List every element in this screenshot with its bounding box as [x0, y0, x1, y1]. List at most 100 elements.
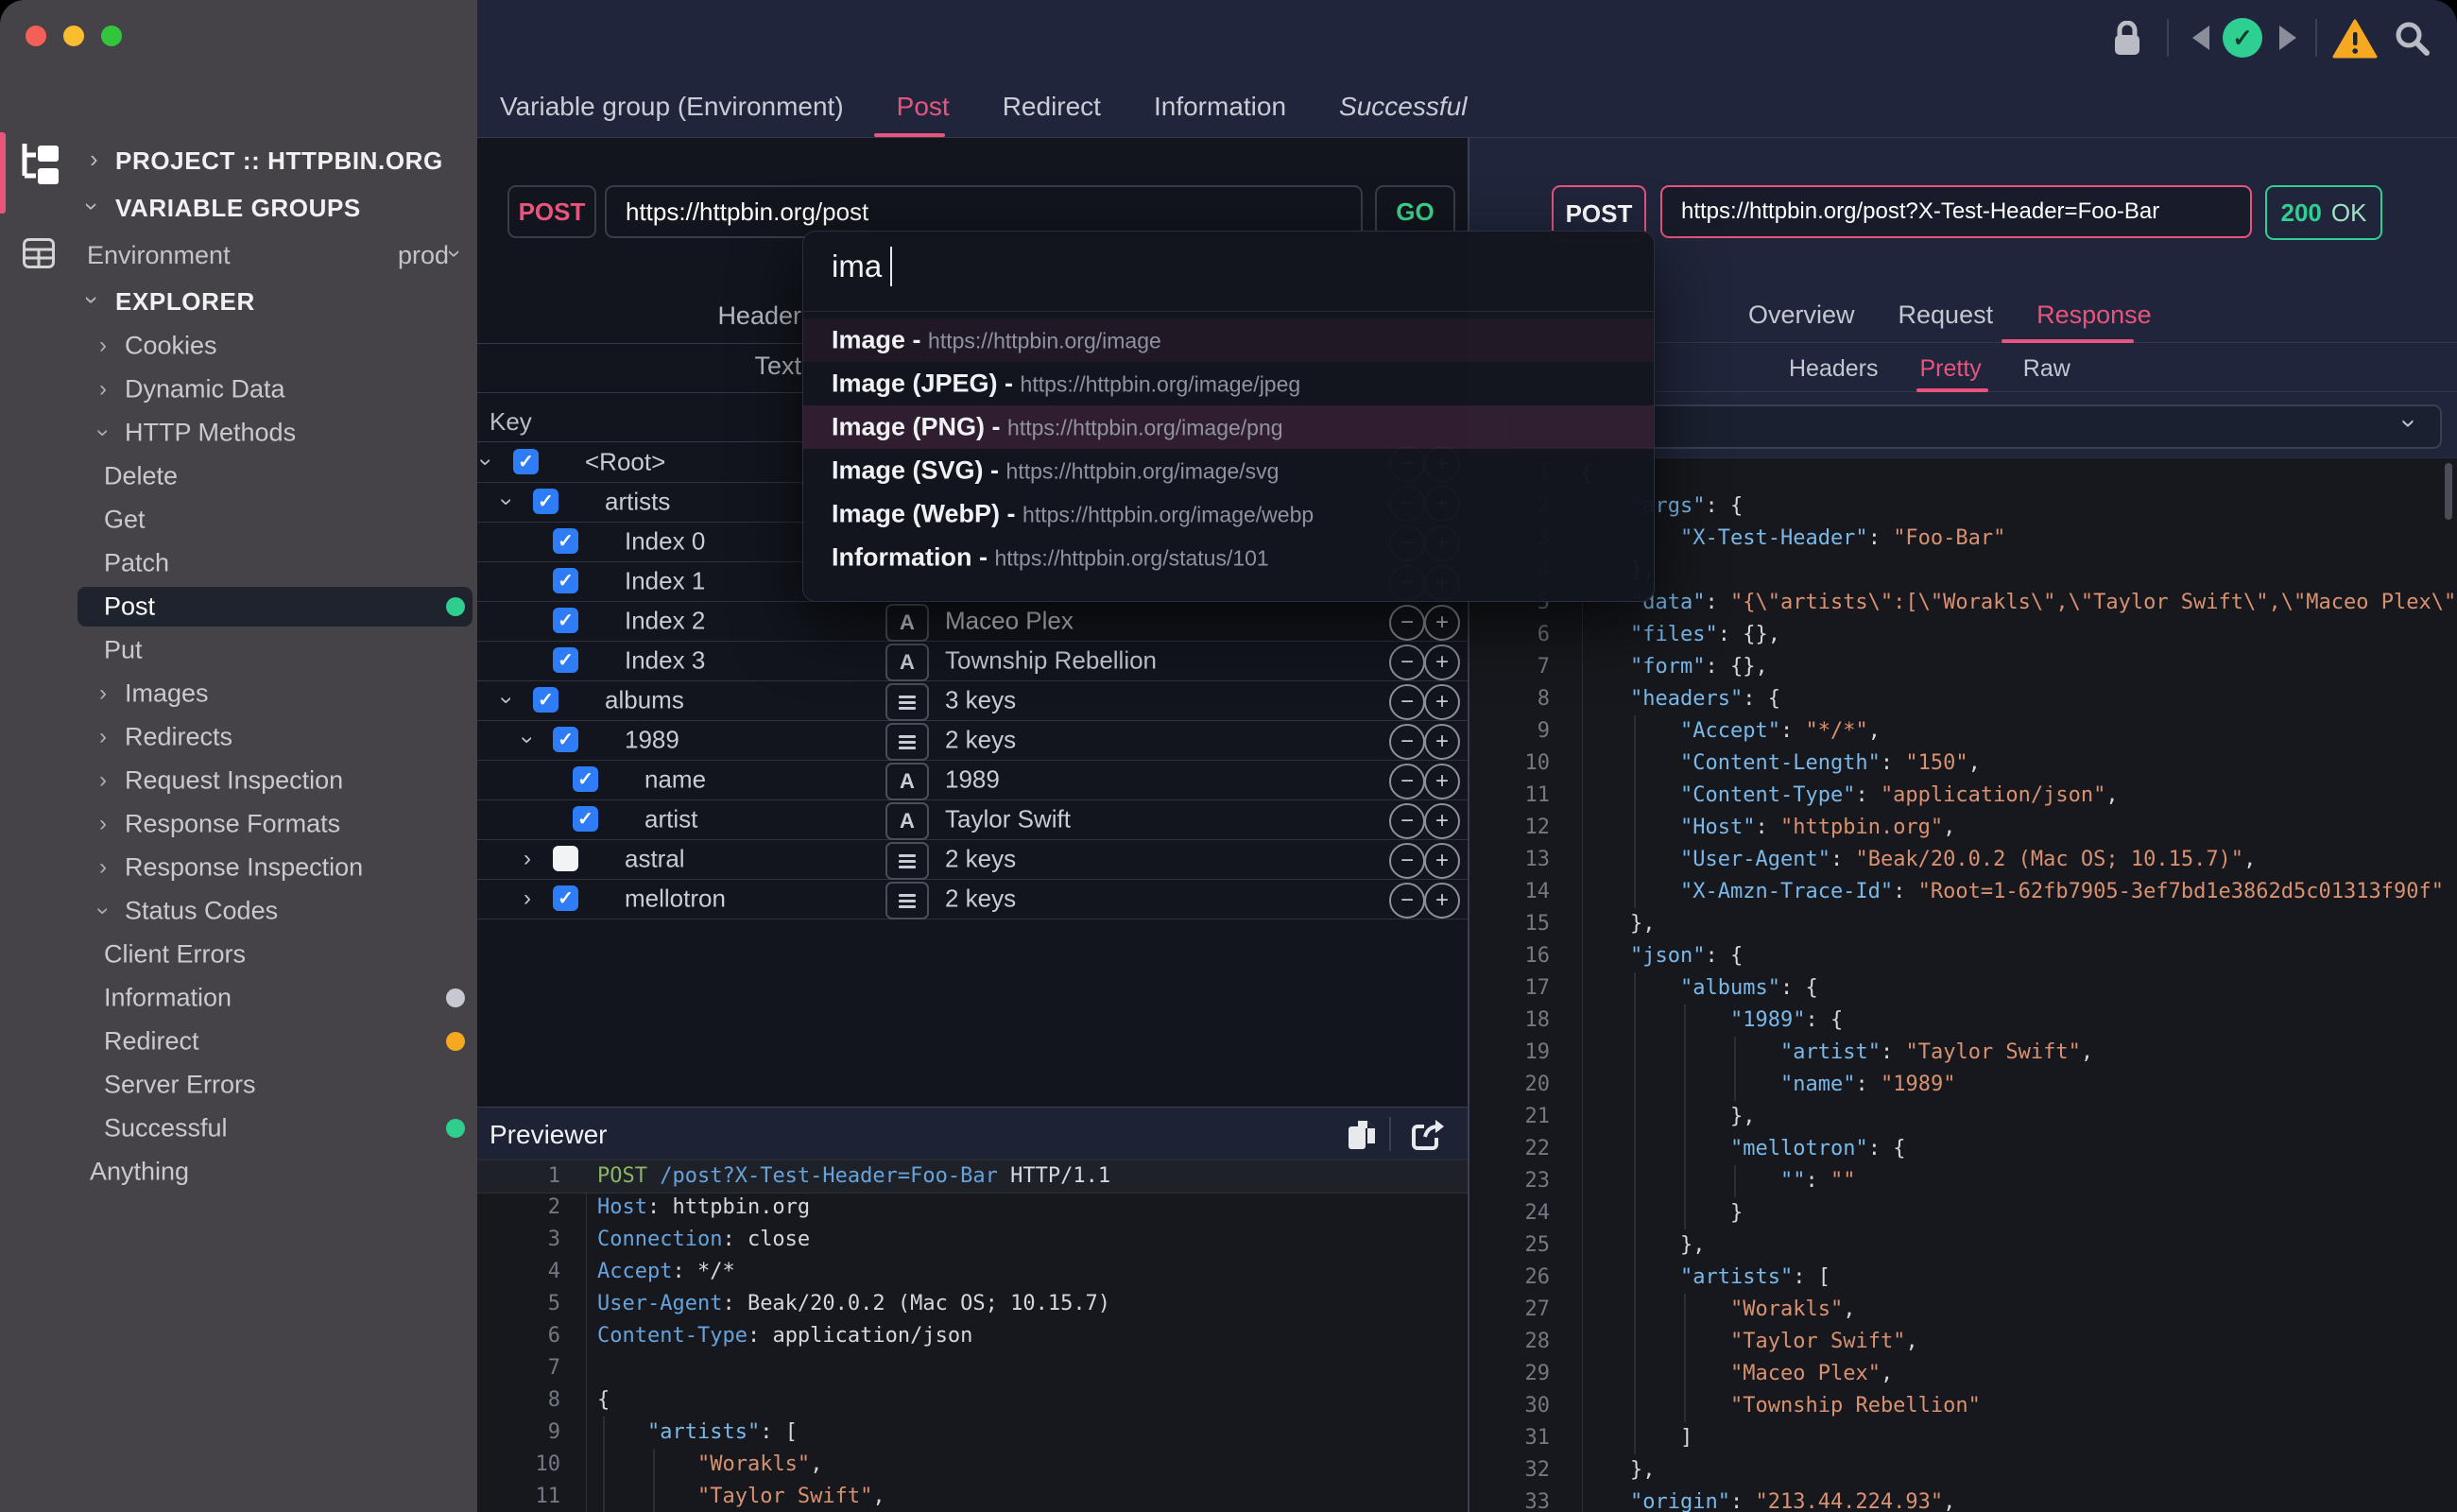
sidebar-item-post[interactable]: Post [0, 585, 477, 628]
tree-checkbox[interactable]: ✓ [553, 568, 578, 593]
sidebar-item-put[interactable]: Put [0, 628, 477, 672]
sidebar-explorer-row[interactable]: › EXPLORER [0, 279, 477, 324]
tab-post[interactable]: Post [897, 92, 950, 122]
add-row-button[interactable]: + [1424, 803, 1460, 839]
tree-checkbox[interactable]: ✓ [553, 647, 578, 673]
chevron-down-icon[interactable]: › [493, 498, 520, 506]
tree-checkbox[interactable]: ✓ [573, 766, 598, 792]
sidebar-item-successful[interactable]: Successful [0, 1107, 477, 1150]
response-tab-request[interactable]: Request [1899, 301, 1994, 330]
warning-icon[interactable] [2332, 19, 2378, 59]
response-tab-response[interactable]: Response [2036, 301, 2152, 330]
sidebar-item-cookies[interactable]: ›Cookies [0, 324, 477, 368]
zoom-window-button[interactable] [101, 26, 122, 46]
tree-row-mellotron[interactable]: ›✓mellotron2 keys−+ [477, 879, 1468, 919]
sidebar-item-server-errors[interactable]: Server Errors [0, 1063, 477, 1107]
autocomplete-item-image[interactable]: Image - https://httpbin.org/image [803, 318, 1654, 362]
remove-row-button[interactable]: − [1389, 883, 1425, 919]
tree-checkbox[interactable]: ✓ [513, 449, 539, 474]
tree-row-index-2[interactable]: ✓Index 2AMaceo Plex−+ [477, 601, 1468, 642]
response-url-input[interactable] [1660, 185, 2252, 238]
autocomplete-item-image-webp-[interactable]: Image (WebP) - https://httpbin.org/image… [803, 492, 1654, 536]
type-string-icon[interactable]: A [885, 644, 929, 681]
response-subtab-pretty[interactable]: Pretty [1920, 355, 1982, 383]
add-row-button[interactable]: + [1424, 764, 1460, 799]
tree-row-artist[interactable]: ✓artistATaylor Swift−+ [477, 799, 1468, 840]
sidebar-item-dynamic-data[interactable]: ›Dynamic Data [0, 368, 477, 411]
tree-checkbox[interactable] [553, 846, 578, 871]
close-window-button[interactable] [26, 26, 46, 46]
autocomplete-item-image-png-[interactable]: Image (PNG) - https://httpbin.org/image/… [803, 405, 1654, 449]
sidebar-variable-groups-row[interactable]: › VARIABLE GROUPS [0, 184, 477, 232]
sidebar-item-images[interactable]: ›Images [0, 672, 477, 715]
response-subtab-raw[interactable]: Raw [2023, 355, 2070, 383]
sidebar-item-redirect[interactable]: Redirect [0, 1020, 477, 1063]
chevron-down-icon[interactable]: › [493, 696, 520, 704]
minimize-window-button[interactable] [63, 26, 84, 46]
tree-checkbox[interactable]: ✓ [553, 885, 578, 911]
tree-checkbox[interactable]: ✓ [533, 489, 558, 514]
sidebar-project-row[interactable]: › PROJECT :: HTTPBIN.ORG [0, 137, 477, 184]
add-row-button[interactable]: + [1424, 724, 1460, 760]
chevron-down-icon[interactable]: › [514, 736, 541, 744]
previewer-code[interactable]: 1POST /post?X-Test-Header=Foo-Bar HTTP/1… [477, 1160, 1468, 1512]
remove-row-button[interactable]: − [1389, 644, 1425, 680]
add-row-button[interactable]: + [1424, 883, 1460, 919]
tree-checkbox[interactable]: ✓ [553, 727, 578, 752]
lock-icon[interactable] [2112, 21, 2142, 57]
chevron-right-icon[interactable]: › [524, 885, 531, 912]
add-row-button[interactable]: + [1424, 684, 1460, 720]
autocomplete-item-image-svg-[interactable]: Image (SVG) - https://httpbin.org/image/… [803, 449, 1654, 492]
add-row-button[interactable]: + [1424, 605, 1460, 641]
tree-checkbox[interactable]: ✓ [533, 687, 558, 713]
response-subtab-headers[interactable]: Headers [1789, 355, 1879, 383]
sidebar-item-redirects[interactable]: ›Redirects [0, 715, 477, 759]
remove-row-button[interactable]: − [1389, 764, 1425, 799]
type-string-icon[interactable]: A [885, 604, 929, 642]
tab-redirect[interactable]: Redirect [1003, 92, 1101, 122]
sidebar-item-client-errors[interactable]: Client Errors [0, 933, 477, 976]
tab-information[interactable]: Information [1154, 92, 1286, 122]
sidebar-item-response-formats[interactable]: ›Response Formats [0, 802, 477, 846]
sidebar-item-get[interactable]: Get [0, 498, 477, 541]
response-body-code[interactable]: 1{2"args": {3"X-Test-Header": "Foo-Bar"4… [1469, 458, 2457, 1512]
chevron-down-icon[interactable]: › [472, 458, 499, 466]
nav-back-icon[interactable] [2192, 26, 2209, 50]
sidebar-item-response-inspection[interactable]: ›Response Inspection [0, 846, 477, 889]
copy-icon[interactable] [1347, 1119, 1379, 1151]
autocomplete-item-information[interactable]: Information - https://httpbin.org/status… [803, 536, 1654, 579]
search-icon[interactable] [2393, 19, 2431, 57]
tree-row-1989[interactable]: ›✓19892 keys−+ [477, 720, 1468, 761]
remove-row-button[interactable]: − [1389, 684, 1425, 720]
tree-checkbox[interactable]: ✓ [553, 528, 578, 554]
tree-row-albums[interactable]: ›✓albums3 keys−+ [477, 680, 1468, 721]
tree-checkbox[interactable]: ✓ [553, 608, 578, 633]
sidebar-item-http-methods[interactable]: ›HTTP Methods [0, 411, 477, 455]
share-icon[interactable] [1411, 1119, 1445, 1151]
sidebar-item-information[interactable]: Information [0, 976, 477, 1020]
tree-row-astral[interactable]: ›astral2 keys−+ [477, 839, 1468, 880]
type-object-icon[interactable] [885, 842, 929, 880]
type-object-icon[interactable] [885, 723, 929, 761]
sidebar-item-patch[interactable]: Patch [0, 541, 477, 585]
sidebar-item-request-inspection[interactable]: ›Request Inspection [0, 759, 477, 802]
tree-row-index-3[interactable]: ✓Index 3ATownship Rebellion−+ [477, 641, 1468, 681]
add-row-button[interactable]: + [1424, 644, 1460, 680]
nav-forward-icon[interactable] [2279, 26, 2296, 50]
type-string-icon[interactable]: A [885, 763, 929, 800]
chevron-right-icon[interactable]: › [524, 846, 531, 872]
remove-row-button[interactable]: − [1389, 724, 1425, 760]
tree-row-name[interactable]: ✓nameA1989−+ [477, 760, 1468, 800]
type-object-icon[interactable] [885, 683, 929, 721]
sidebar-item-anything[interactable]: Anything [0, 1150, 477, 1194]
request-method-button[interactable]: POST [507, 185, 596, 238]
tree-checkbox[interactable]: ✓ [573, 806, 598, 832]
add-row-button[interactable]: + [1424, 843, 1460, 879]
autocomplete-item-image-jpeg-[interactable]: Image (JPEG) - https://httpbin.org/image… [803, 362, 1654, 405]
sidebar-item-status-codes[interactable]: ›Status Codes [0, 889, 477, 933]
response-tab-overview[interactable]: Overview [1748, 301, 1855, 330]
autocomplete-query-input[interactable]: ima [832, 249, 882, 284]
request-success-check-icon[interactable]: ✓ [2223, 18, 2262, 58]
remove-row-button[interactable]: − [1389, 843, 1425, 879]
tab-variable-group-environment-[interactable]: Variable group (Environment) [500, 92, 844, 122]
